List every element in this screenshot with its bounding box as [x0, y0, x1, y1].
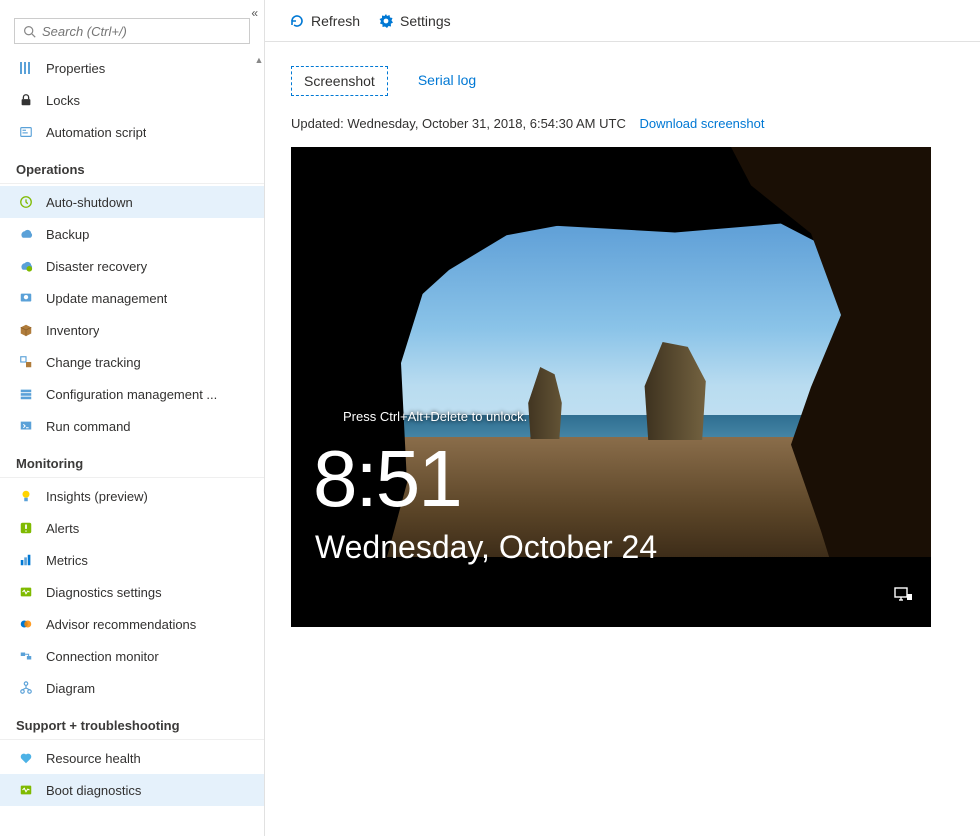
- section-support: Support + troubleshooting: [0, 704, 264, 740]
- search-input[interactable]: [42, 24, 241, 39]
- diagnostics-icon: [18, 584, 34, 600]
- sidebar-item-label: Resource health: [46, 751, 141, 766]
- sidebar-item-label: Properties: [46, 61, 105, 76]
- sidebar-item-connection-monitor[interactable]: Connection monitor: [0, 640, 264, 672]
- sidebar-item-boot-diagnostics[interactable]: Boot diagnostics: [0, 774, 264, 806]
- search-icon: [23, 25, 36, 38]
- refresh-icon: [289, 13, 305, 29]
- collapse-sidebar-button[interactable]: «: [251, 6, 258, 20]
- tab-serial-log[interactable]: Serial log: [406, 66, 488, 96]
- sidebar-item-label: Alerts: [46, 521, 79, 536]
- sidebar-item-alerts[interactable]: Alerts: [0, 512, 264, 544]
- sidebar-item-disaster-recovery[interactable]: Disaster recovery: [0, 250, 264, 282]
- sidebar-item-run-command[interactable]: Run command: [0, 410, 264, 442]
- sidebar-item-diagram[interactable]: Diagram: [0, 672, 264, 704]
- sidebar-item-diagnostics-settings[interactable]: Diagnostics settings: [0, 576, 264, 608]
- toolbar: Refresh Settings: [265, 0, 980, 42]
- sidebar-scrollbar[interactable]: ▲: [254, 55, 264, 836]
- diagram-icon: [18, 680, 34, 696]
- sidebar-item-advisor[interactable]: Advisor recommendations: [0, 608, 264, 640]
- section-monitoring: Monitoring: [0, 442, 264, 478]
- script-icon: [18, 124, 34, 140]
- sidebar-item-change-tracking[interactable]: Change tracking: [0, 346, 264, 378]
- sidebar-item-label: Boot diagnostics: [46, 783, 141, 798]
- sidebar-item-label: Inventory: [46, 323, 99, 338]
- lockscreen-cave: [291, 557, 931, 627]
- sidebar-item-label: Run command: [46, 419, 131, 434]
- sidebar-item-label: Backup: [46, 227, 89, 242]
- sidebar-item-insights[interactable]: Insights (preview): [0, 480, 264, 512]
- refresh-label: Refresh: [311, 13, 360, 29]
- sidebar-item-label: Insights (preview): [46, 489, 148, 504]
- clock-icon: [18, 194, 34, 210]
- properties-icon: [18, 60, 34, 76]
- metrics-icon: [18, 552, 34, 568]
- sidebar-item-label: Locks: [46, 93, 80, 108]
- scroll-up-icon: ▲: [254, 55, 264, 65]
- sidebar-item-configuration-management[interactable]: Configuration management ...: [0, 378, 264, 410]
- sidebar-item-locks[interactable]: Locks: [0, 84, 264, 116]
- health-icon: [18, 750, 34, 766]
- inventory-icon: [18, 322, 34, 338]
- network-icon: [893, 586, 913, 605]
- updated-label: Updated: Wednesday, October 31, 2018, 6:…: [291, 116, 626, 131]
- sidebar-item-properties[interactable]: Properties: [0, 52, 264, 84]
- insights-icon: [18, 488, 34, 504]
- refresh-button[interactable]: Refresh: [289, 13, 360, 29]
- sidebar-item-label: Connection monitor: [46, 649, 159, 664]
- content-area: Screenshot Serial log Updated: Wednesday…: [265, 42, 980, 651]
- main-content: Refresh Settings Screenshot Serial log U…: [265, 0, 980, 836]
- sidebar-item-label: Disaster recovery: [46, 259, 147, 274]
- search-box[interactable]: [14, 18, 250, 44]
- lockscreen-date: Wednesday, October 24: [315, 529, 657, 566]
- lockscreen-hint: Press Ctrl+Alt+Delete to unlock.: [343, 409, 527, 424]
- updated-line: Updated: Wednesday, October 31, 2018, 6:…: [291, 116, 954, 131]
- sidebar-item-label: Diagnostics settings: [46, 585, 162, 600]
- sidebar-item-label: Auto-shutdown: [46, 195, 133, 210]
- update-icon: [18, 290, 34, 306]
- section-operations: Operations: [0, 148, 264, 184]
- sidebar-item-auto-shutdown[interactable]: Auto-shutdown: [0, 186, 264, 218]
- sidebar-item-update-management[interactable]: Update management: [0, 282, 264, 314]
- run-icon: [18, 418, 34, 434]
- alerts-icon: [18, 520, 34, 536]
- sidebar-item-label: Metrics: [46, 553, 88, 568]
- nav-scroll[interactable]: Properties Locks Automation script Opera…: [0, 52, 264, 836]
- connection-icon: [18, 648, 34, 664]
- boot-diag-icon: [18, 782, 34, 798]
- vm-screenshot: Press Ctrl+Alt+Delete to unlock. 8:51 We…: [291, 147, 931, 627]
- download-screenshot-link[interactable]: Download screenshot: [639, 116, 764, 131]
- tab-screenshot[interactable]: Screenshot: [291, 66, 388, 96]
- sidebar-item-label: Automation script: [46, 125, 146, 140]
- sidebar-item-automation-script[interactable]: Automation script: [0, 116, 264, 148]
- sidebar-item-label: Change tracking: [46, 355, 141, 370]
- sidebar-item-metrics[interactable]: Metrics: [0, 544, 264, 576]
- settings-button[interactable]: Settings: [378, 13, 451, 29]
- advisor-icon: [18, 616, 34, 632]
- recovery-icon: [18, 258, 34, 274]
- sidebar: « Properties Locks Automation script Ope…: [0, 0, 265, 836]
- lockscreen-time: 8:51: [313, 433, 461, 525]
- backup-icon: [18, 226, 34, 242]
- sidebar-item-label: Diagram: [46, 681, 95, 696]
- config-icon: [18, 386, 34, 402]
- sidebar-item-label: Update management: [46, 291, 167, 306]
- sidebar-item-backup[interactable]: Backup: [0, 218, 264, 250]
- sidebar-item-label: Configuration management ...: [46, 387, 217, 402]
- tabs: Screenshot Serial log: [291, 66, 954, 96]
- search-wrap: [0, 0, 264, 52]
- tracking-icon: [18, 354, 34, 370]
- sidebar-item-inventory[interactable]: Inventory: [0, 314, 264, 346]
- sidebar-item-label: Advisor recommendations: [46, 617, 196, 632]
- settings-label: Settings: [400, 13, 451, 29]
- sidebar-item-resource-health[interactable]: Resource health: [0, 742, 264, 774]
- gear-icon: [378, 13, 394, 29]
- lock-icon: [18, 92, 34, 108]
